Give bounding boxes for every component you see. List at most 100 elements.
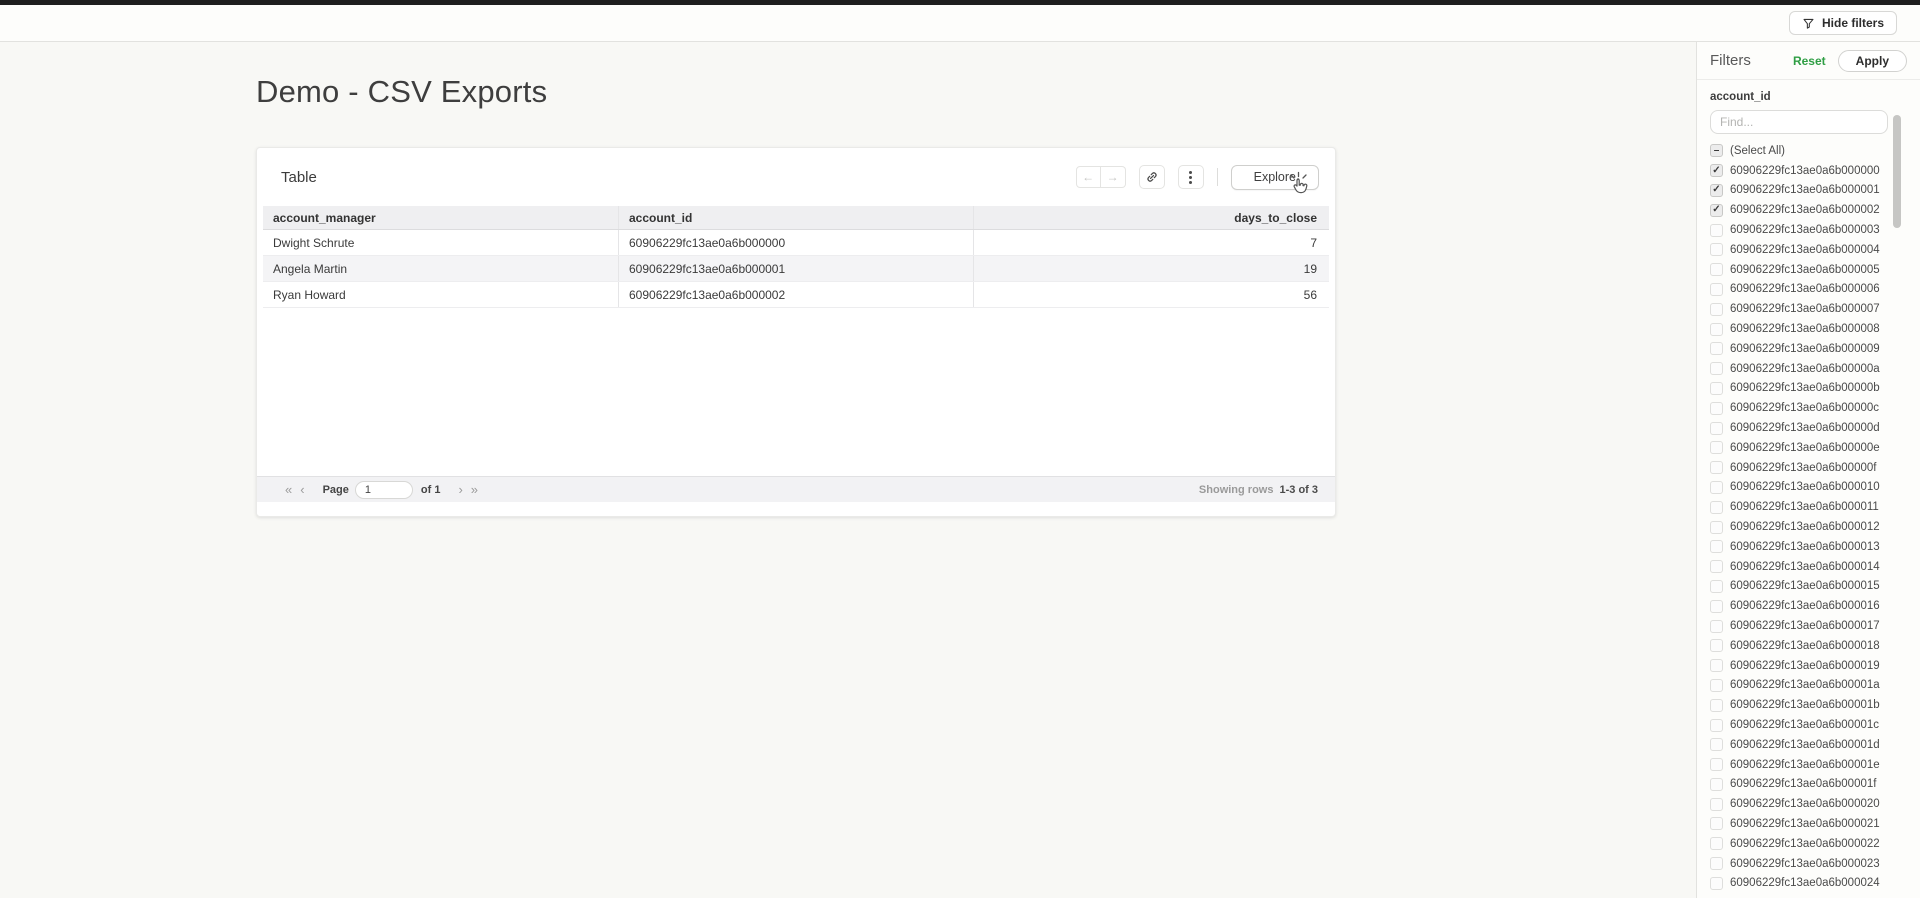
filter-option[interactable]: ✓60906229fc13ae0a6b000002	[1697, 200, 1920, 220]
filter-option[interactable]: 60906229fc13ae0a6b000004	[1697, 240, 1920, 260]
checkbox-unchecked-icon[interactable]	[1710, 738, 1723, 751]
last-page-button[interactable]: »	[467, 483, 482, 496]
filter-option[interactable]: 60906229fc13ae0a6b000017	[1697, 616, 1920, 636]
checkbox-unchecked-icon[interactable]	[1710, 243, 1723, 256]
filter-option[interactable]: 60906229fc13ae0a6b00000b	[1697, 379, 1920, 399]
filter-option[interactable]: 60906229fc13ae0a6b00001f	[1697, 775, 1920, 795]
filter-option[interactable]: 60906229fc13ae0a6b000009	[1697, 339, 1920, 359]
filter-option[interactable]: 60906229fc13ae0a6b000020	[1697, 794, 1920, 814]
filter-option[interactable]: 60906229fc13ae0a6b000022	[1697, 834, 1920, 854]
filter-option[interactable]: 60906229fc13ae0a6b000003	[1697, 220, 1920, 240]
checkbox-unchecked-icon[interactable]	[1710, 620, 1723, 633]
checkbox-unchecked-icon[interactable]	[1710, 600, 1723, 613]
filter-option[interactable]: 60906229fc13ae0a6b000007	[1697, 299, 1920, 319]
filter-option[interactable]: 60906229fc13ae0a6b00001a	[1697, 676, 1920, 696]
checkbox-checked-icon[interactable]: ✓	[1710, 184, 1723, 197]
filter-option[interactable]: 60906229fc13ae0a6b00001b	[1697, 695, 1920, 715]
checkbox-unchecked-icon[interactable]	[1710, 837, 1723, 850]
card-menu-button[interactable]	[1178, 165, 1204, 189]
filter-option[interactable]: 60906229fc13ae0a6b000021	[1697, 814, 1920, 834]
filter-option[interactable]: 60906229fc13ae0a6b00001c	[1697, 715, 1920, 735]
checkbox-unchecked-icon[interactable]	[1710, 877, 1723, 890]
checkbox-unchecked-icon[interactable]	[1710, 342, 1723, 355]
filter-option[interactable]: 60906229fc13ae0a6b000014	[1697, 557, 1920, 577]
column-header-account-id[interactable]: account_id	[619, 206, 974, 229]
checkbox-unchecked-icon[interactable]	[1710, 679, 1723, 692]
checkbox-unchecked-icon[interactable]	[1710, 521, 1723, 534]
filter-option[interactable]: 60906229fc13ae0a6b000019	[1697, 656, 1920, 676]
filter-option[interactable]: –(Select All)	[1697, 141, 1920, 161]
filter-option-label: (Select All)	[1730, 145, 1785, 157]
checkbox-unchecked-icon[interactable]	[1710, 639, 1723, 652]
checkbox-unchecked-icon[interactable]	[1710, 798, 1723, 811]
filter-option[interactable]: 60906229fc13ae0a6b00000f	[1697, 458, 1920, 478]
reset-filters-link[interactable]: Reset	[1793, 54, 1826, 68]
prev-page-button[interactable]: ‹	[296, 483, 308, 496]
filter-option[interactable]: 60906229fc13ae0a6b000018	[1697, 636, 1920, 656]
explore-button[interactable]: Explore	[1231, 165, 1319, 190]
filter-option[interactable]: 60906229fc13ae0a6b000008	[1697, 319, 1920, 339]
checkbox-unchecked-icon[interactable]	[1710, 224, 1723, 237]
checkbox-unchecked-icon[interactable]	[1710, 501, 1723, 514]
checkbox-unchecked-icon[interactable]	[1710, 857, 1723, 870]
checkbox-unchecked-icon[interactable]	[1710, 461, 1723, 474]
first-page-button[interactable]: «	[281, 483, 296, 496]
checkbox-unchecked-icon[interactable]	[1710, 362, 1723, 375]
page-number-input[interactable]	[355, 481, 413, 499]
filter-option[interactable]: 60906229fc13ae0a6b00001d	[1697, 735, 1920, 755]
forward-arrow-icon[interactable]: →	[1101, 166, 1126, 188]
filter-option[interactable]: 60906229fc13ae0a6b00000a	[1697, 359, 1920, 379]
filter-option-label: 60906229fc13ae0a6b00000b	[1730, 382, 1880, 394]
checkbox-unchecked-icon[interactable]	[1710, 540, 1723, 553]
checkbox-unchecked-icon[interactable]	[1710, 283, 1723, 296]
filter-option[interactable]: 60906229fc13ae0a6b000012	[1697, 517, 1920, 537]
column-header-account-manager[interactable]: account_manager	[263, 206, 619, 229]
checkbox-unchecked-icon[interactable]	[1710, 817, 1723, 830]
checkbox-unchecked-icon[interactable]	[1710, 719, 1723, 732]
checkbox-unchecked-icon[interactable]	[1710, 560, 1723, 573]
checkbox-unchecked-icon[interactable]	[1710, 303, 1723, 316]
checkbox-unchecked-icon[interactable]	[1710, 580, 1723, 593]
filter-option[interactable]: ✓60906229fc13ae0a6b000000	[1697, 161, 1920, 181]
checkbox-unchecked-icon[interactable]	[1710, 263, 1723, 276]
filter-option[interactable]: 60906229fc13ae0a6b000016	[1697, 596, 1920, 616]
filter-option[interactable]: 60906229fc13ae0a6b000024	[1697, 873, 1920, 893]
checkbox-checked-icon[interactable]: ✓	[1710, 164, 1723, 177]
filter-option[interactable]: 60906229fc13ae0a6b00001e	[1697, 755, 1920, 775]
filter-option[interactable]: 60906229fc13ae0a6b00000c	[1697, 398, 1920, 418]
filter-search-input[interactable]	[1710, 110, 1888, 134]
next-page-button[interactable]: ›	[454, 483, 466, 496]
filter-option[interactable]: 60906229fc13ae0a6b000023	[1697, 854, 1920, 874]
checkbox-unchecked-icon[interactable]	[1710, 441, 1723, 454]
checkbox-unchecked-icon[interactable]	[1710, 481, 1723, 494]
scrollbar-thumb[interactable]	[1893, 115, 1901, 228]
filter-option[interactable]: 60906229fc13ae0a6b000013	[1697, 537, 1920, 557]
filter-option[interactable]: 60906229fc13ae0a6b000015	[1697, 577, 1920, 597]
table-row[interactable]: Angela Martin 60906229fc13ae0a6b000001 1…	[263, 256, 1329, 282]
filter-option[interactable]: 60906229fc13ae0a6b000006	[1697, 280, 1920, 300]
table-row[interactable]: Ryan Howard 60906229fc13ae0a6b000002 56	[263, 282, 1329, 308]
checkbox-unchecked-icon[interactable]	[1710, 323, 1723, 336]
filter-option[interactable]: 60906229fc13ae0a6b000011	[1697, 497, 1920, 517]
checkbox-indeterminate-icon[interactable]: –	[1710, 144, 1723, 157]
filter-option[interactable]: 60906229fc13ae0a6b000005	[1697, 260, 1920, 280]
apply-filters-button[interactable]: Apply	[1838, 50, 1907, 72]
card-empty-space	[257, 308, 1335, 476]
checkbox-checked-icon[interactable]: ✓	[1710, 204, 1723, 217]
share-link-button[interactable]	[1139, 165, 1165, 189]
checkbox-unchecked-icon[interactable]	[1710, 422, 1723, 435]
checkbox-unchecked-icon[interactable]	[1710, 699, 1723, 712]
column-header-days-to-close[interactable]: days_to_close	[974, 206, 1329, 229]
table-row[interactable]: Dwight Schrute 60906229fc13ae0a6b000000 …	[263, 230, 1329, 256]
filter-option[interactable]: 60906229fc13ae0a6b000010	[1697, 478, 1920, 498]
filter-option[interactable]: 60906229fc13ae0a6b00000d	[1697, 418, 1920, 438]
filter-option[interactable]: ✓60906229fc13ae0a6b000001	[1697, 181, 1920, 201]
filter-option[interactable]: 60906229fc13ae0a6b00000e	[1697, 438, 1920, 458]
hide-filters-button[interactable]: Hide filters	[1789, 11, 1897, 35]
back-arrow-icon[interactable]: ←	[1076, 166, 1101, 188]
checkbox-unchecked-icon[interactable]	[1710, 382, 1723, 395]
checkbox-unchecked-icon[interactable]	[1710, 758, 1723, 771]
checkbox-unchecked-icon[interactable]	[1710, 778, 1723, 791]
checkbox-unchecked-icon[interactable]	[1710, 402, 1723, 415]
checkbox-unchecked-icon[interactable]	[1710, 659, 1723, 672]
